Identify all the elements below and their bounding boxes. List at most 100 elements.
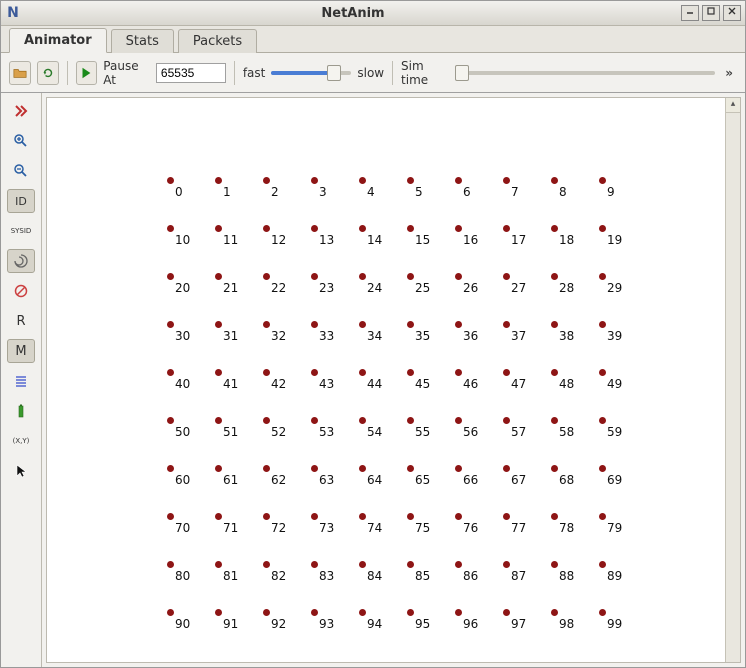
node[interactable]: 16 — [453, 223, 493, 251]
node[interactable]: 86 — [453, 559, 493, 587]
node[interactable]: 52 — [261, 415, 301, 443]
node[interactable]: 93 — [309, 607, 349, 635]
node[interactable]: 51 — [213, 415, 253, 443]
node[interactable]: 24 — [357, 271, 397, 299]
zoom-out-icon[interactable] — [7, 159, 35, 183]
node[interactable]: 4 — [357, 175, 397, 203]
node[interactable]: 89 — [597, 559, 637, 587]
node[interactable]: 77 — [501, 511, 541, 539]
node[interactable]: 87 — [501, 559, 541, 587]
node[interactable]: 1 — [213, 175, 253, 203]
xy-icon[interactable]: (X,Y) — [7, 429, 35, 453]
node[interactable]: 67 — [501, 463, 541, 491]
scroll-up-button[interactable]: ▴ — [726, 98, 740, 113]
node[interactable]: 26 — [453, 271, 493, 299]
node[interactable]: 27 — [501, 271, 541, 299]
tab-stats[interactable]: Stats — [111, 29, 174, 53]
vertical-scrollbar[interactable]: ▴ — [725, 98, 740, 662]
lines-icon[interactable] — [7, 369, 35, 393]
node[interactable]: 69 — [597, 463, 637, 491]
node[interactable]: 22 — [261, 271, 301, 299]
node[interactable]: 10 — [165, 223, 205, 251]
node[interactable]: 74 — [357, 511, 397, 539]
node[interactable]: 43 — [309, 367, 349, 395]
node[interactable]: 48 — [549, 367, 589, 395]
node[interactable]: 99 — [597, 607, 637, 635]
node[interactable]: 9 — [597, 175, 637, 203]
node[interactable]: 30 — [165, 319, 205, 347]
maximize-button[interactable] — [702, 5, 720, 21]
node[interactable]: 98 — [549, 607, 589, 635]
node[interactable]: 70 — [165, 511, 205, 539]
sys-id-icon[interactable]: SYSID — [7, 219, 35, 243]
node[interactable]: 64 — [357, 463, 397, 491]
node[interactable]: 6 — [453, 175, 493, 203]
node[interactable]: 7 — [501, 175, 541, 203]
node[interactable]: 90 — [165, 607, 205, 635]
disable-icon[interactable] — [7, 279, 35, 303]
toolbar-overflow-button[interactable]: » — [721, 66, 737, 80]
node[interactable]: 85 — [405, 559, 445, 587]
node[interactable]: 40 — [165, 367, 205, 395]
node[interactable]: 56 — [453, 415, 493, 443]
node[interactable]: 2 — [261, 175, 301, 203]
node[interactable]: 82 — [261, 559, 301, 587]
node[interactable]: 17 — [501, 223, 541, 251]
node[interactable]: 65 — [405, 463, 445, 491]
node[interactable]: 14 — [357, 223, 397, 251]
node[interactable]: 59 — [597, 415, 637, 443]
reload-button[interactable] — [37, 61, 59, 85]
cursor-icon[interactable] — [7, 459, 35, 483]
node[interactable]: 46 — [453, 367, 493, 395]
node[interactable]: 25 — [405, 271, 445, 299]
node[interactable]: 73 — [309, 511, 349, 539]
battery-icon[interactable] — [7, 399, 35, 423]
node[interactable]: 32 — [261, 319, 301, 347]
node[interactable]: 39 — [597, 319, 637, 347]
node[interactable]: 81 — [213, 559, 253, 587]
node[interactable]: 23 — [309, 271, 349, 299]
node[interactable]: 84 — [357, 559, 397, 587]
node[interactable]: 47 — [501, 367, 541, 395]
node[interactable]: 53 — [309, 415, 349, 443]
node[interactable]: 97 — [501, 607, 541, 635]
node[interactable]: 21 — [213, 271, 253, 299]
node[interactable]: 79 — [597, 511, 637, 539]
node[interactable]: 45 — [405, 367, 445, 395]
node[interactable]: 50 — [165, 415, 205, 443]
node[interactable]: 57 — [501, 415, 541, 443]
node[interactable]: 28 — [549, 271, 589, 299]
node[interactable]: 11 — [213, 223, 253, 251]
node[interactable]: 94 — [357, 607, 397, 635]
simulation-canvas[interactable]: 0123456789101112131415161718192021222324… — [47, 98, 726, 662]
node[interactable]: 35 — [405, 319, 445, 347]
step-forward-icon[interactable] — [7, 99, 35, 123]
node[interactable]: 13 — [309, 223, 349, 251]
node[interactable]: 71 — [213, 511, 253, 539]
node[interactable]: 5 — [405, 175, 445, 203]
node[interactable]: 44 — [357, 367, 397, 395]
node[interactable]: 95 — [405, 607, 445, 635]
close-button[interactable] — [723, 5, 741, 21]
simtime-slider[interactable] — [455, 64, 715, 82]
node[interactable]: 61 — [213, 463, 253, 491]
play-button[interactable] — [76, 61, 98, 85]
node[interactable]: 58 — [549, 415, 589, 443]
node[interactable]: 49 — [597, 367, 637, 395]
node[interactable]: 75 — [405, 511, 445, 539]
node[interactable]: 38 — [549, 319, 589, 347]
tab-animator[interactable]: Animator — [9, 28, 107, 53]
node[interactable]: 34 — [357, 319, 397, 347]
node[interactable]: 3 — [309, 175, 349, 203]
node[interactable]: 37 — [501, 319, 541, 347]
node[interactable]: 42 — [261, 367, 301, 395]
node[interactable]: 41 — [213, 367, 253, 395]
open-file-button[interactable] — [9, 61, 31, 85]
node[interactable]: 31 — [213, 319, 253, 347]
pause-at-input[interactable] — [156, 63, 226, 83]
node[interactable]: 62 — [261, 463, 301, 491]
node[interactable]: 12 — [261, 223, 301, 251]
node[interactable]: 60 — [165, 463, 205, 491]
node[interactable]: 88 — [549, 559, 589, 587]
node[interactable]: 68 — [549, 463, 589, 491]
